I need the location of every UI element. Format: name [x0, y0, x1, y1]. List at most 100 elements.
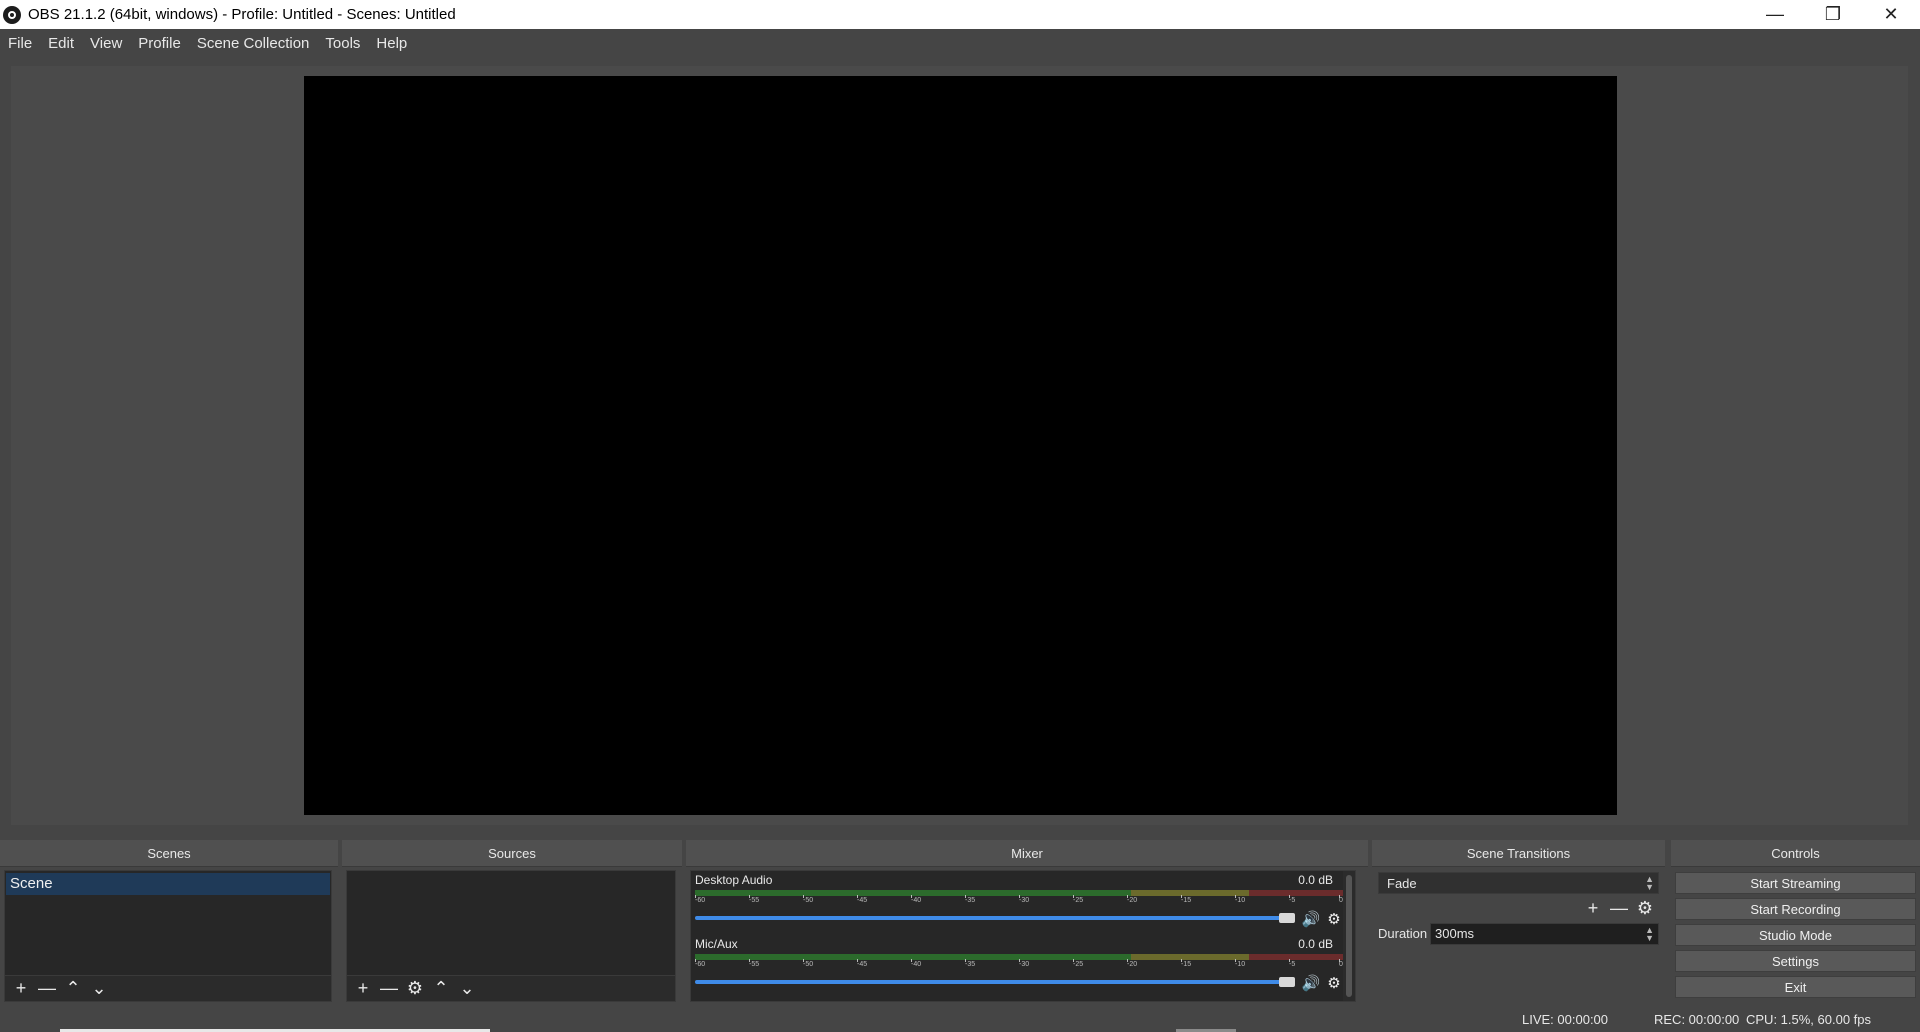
meter-scale: -60 -55 -50 -45 -40 -35 -30 -25 -20 -15 … [695, 895, 1345, 911]
meter-tick: -45 [857, 959, 868, 968]
channel-level: 0.0 dB [1298, 937, 1333, 951]
status-bar: LIVE: 00:00:00 REC: 00:00:00 CPU: 1.5%, … [0, 1004, 1920, 1032]
meter-tick: -5 [1289, 959, 1296, 968]
menu-help[interactable]: Help [368, 35, 415, 52]
channel-level: 0.0 dB [1298, 873, 1333, 887]
remove-scene-button[interactable]: — [37, 978, 57, 999]
mixer-scrollbar[interactable] [1343, 871, 1355, 1001]
volume-slider-handle[interactable] [1279, 913, 1295, 923]
start-streaming-button[interactable]: Start Streaming [1675, 872, 1916, 894]
obs-logo-icon [3, 5, 21, 24]
transition-tools: + — ⚙ [1583, 898, 1655, 918]
menu-edit[interactable]: Edit [40, 35, 82, 52]
sources-dock-title: Sources [342, 840, 682, 867]
move-source-up-button[interactable]: ⌃ [431, 978, 451, 999]
restore-button[interactable]: ❐ [1804, 0, 1862, 29]
remove-transition-button[interactable]: — [1609, 898, 1629, 918]
meter-tick: -30 [1019, 959, 1030, 968]
transition-select[interactable]: Fade ▲ ▼ [1378, 872, 1659, 894]
meter-tick: -50 [803, 895, 814, 904]
rec-timer: REC: 00:00:00 [1654, 1012, 1740, 1027]
cpu-fps-status: CPU: 1.5%, 60.00 fps [1746, 1012, 1872, 1027]
scenes-list: Scene + — ⌃ ⌄ [4, 870, 332, 1002]
mixer-dock: Mixer Desktop Audio 0.0 dB -60 -55 -50 -… [686, 840, 1368, 1002]
preview-canvas[interactable] [304, 76, 1617, 815]
meter-tick: -10 [1235, 959, 1246, 968]
minimize-button[interactable]: — [1746, 0, 1804, 29]
meter-tick: -20 [1127, 959, 1138, 968]
meter-tick: -35 [965, 959, 976, 968]
sources-dock: Sources + — ⚙ ⌃ ⌄ [342, 840, 682, 1002]
menu-profile[interactable]: Profile [130, 35, 189, 52]
add-source-button[interactable]: + [353, 978, 373, 999]
window-title: OBS 21.1.2 (64bit, windows) - Profile: U… [28, 6, 456, 23]
close-button[interactable]: ✕ [1862, 0, 1920, 29]
meter-tick: -15 [1181, 959, 1192, 968]
title-bar: OBS 21.1.2 (64bit, windows) - Profile: U… [0, 0, 1920, 29]
menu-tools[interactable]: Tools [317, 35, 368, 52]
spin-arrows-icon[interactable]: ▲ ▼ [1645, 926, 1654, 943]
move-scene-up-button[interactable]: ⌃ [63, 978, 83, 999]
duration-label: Duration [1378, 926, 1428, 941]
volume-meter [695, 954, 1345, 960]
meter-tick: -45 [857, 895, 868, 904]
gear-icon[interactable]: ⚙ [1324, 909, 1344, 929]
add-transition-button[interactable]: + [1583, 898, 1603, 918]
updown-arrows-icon: ▲ ▼ [1645, 874, 1654, 892]
menu-view[interactable]: View [82, 35, 130, 52]
scenes-toolbar: + — ⌃ ⌄ [5, 975, 331, 1001]
preview-area [11, 66, 1908, 825]
studio-mode-button[interactable]: Studio Mode [1675, 924, 1916, 946]
add-scene-button[interactable]: + [11, 978, 31, 999]
duration-spinbox[interactable]: 300ms ▲ ▼ [1430, 923, 1659, 945]
gear-icon[interactable]: ⚙ [1324, 973, 1344, 993]
meter-tick: -55 [749, 895, 760, 904]
meter-tick: -5 [1289, 895, 1296, 904]
sources-list[interactable]: + — ⚙ ⌃ ⌄ [346, 870, 676, 1002]
volume-slider-handle[interactable] [1279, 977, 1295, 987]
controls-dock-title: Controls [1671, 840, 1920, 867]
volume-slider[interactable] [695, 916, 1289, 920]
meter-scale: -60 -55 -50 -45 -40 -35 -30 -25 -20 -15 … [695, 959, 1345, 975]
exit-button[interactable]: Exit [1675, 976, 1916, 998]
meter-tick: -40 [911, 895, 922, 904]
volume-meter [695, 890, 1345, 896]
mixer-panel: Desktop Audio 0.0 dB -60 -55 -50 -45 -40… [690, 870, 1356, 1002]
meter-tick: -60 [695, 895, 706, 904]
scenes-dock: Scenes Scene + — ⌃ ⌄ [0, 840, 338, 1002]
start-recording-button[interactable]: Start Recording [1675, 898, 1916, 920]
meter-tick: -15 [1181, 895, 1192, 904]
menu-scene-collection[interactable]: Scene Collection [189, 35, 318, 52]
scene-list-item[interactable]: Scene [6, 873, 330, 895]
meter-tick: -55 [749, 959, 760, 968]
transition-properties-gear-icon[interactable]: ⚙ [1635, 898, 1655, 918]
meter-tick: -30 [1019, 895, 1030, 904]
settings-button[interactable]: Settings [1675, 950, 1916, 972]
menu-file[interactable]: File [0, 35, 40, 52]
scene-transitions-dock: Scene Transitions Fade ▲ ▼ + — ⚙ Duration… [1372, 840, 1665, 1002]
sources-toolbar: + — ⚙ ⌃ ⌄ [347, 975, 675, 1001]
move-source-down-button[interactable]: ⌄ [457, 978, 477, 999]
meter-tick: -60 [695, 959, 706, 968]
live-timer: LIVE: 00:00:00 [1522, 1012, 1609, 1027]
meter-tick: -10 [1235, 895, 1246, 904]
channel-name: Desktop Audio [695, 873, 773, 887]
mixer-channel-mic-aux: Mic/Aux 0.0 dB -60 -55 -50 -45 -40 -35 -… [691, 935, 1345, 997]
speaker-icon[interactable]: 🔊 [1301, 973, 1321, 993]
volume-slider[interactable] [695, 980, 1289, 984]
meter-tick: -50 [803, 959, 814, 968]
duration-value: 300ms [1435, 926, 1475, 941]
remove-source-button[interactable]: — [379, 978, 399, 999]
scrollbar-thumb[interactable] [1346, 875, 1352, 997]
speaker-icon[interactable]: 🔊 [1301, 909, 1321, 929]
scenes-dock-title: Scenes [0, 840, 338, 867]
transition-select-value: Fade [1387, 875, 1417, 891]
source-properties-gear-icon[interactable]: ⚙ [405, 978, 425, 999]
transitions-dock-title: Scene Transitions [1372, 840, 1665, 867]
meter-tick: -20 [1127, 895, 1138, 904]
mixer-channel-desktop-audio: Desktop Audio 0.0 dB -60 -55 -50 -45 -40… [691, 871, 1345, 933]
menu-bar: File Edit View Profile Scene Collection … [0, 29, 1920, 57]
move-scene-down-button[interactable]: ⌄ [89, 978, 109, 999]
controls-dock: Controls Start Streaming Start Recording… [1671, 840, 1920, 1002]
meter-tick: -25 [1073, 895, 1084, 904]
